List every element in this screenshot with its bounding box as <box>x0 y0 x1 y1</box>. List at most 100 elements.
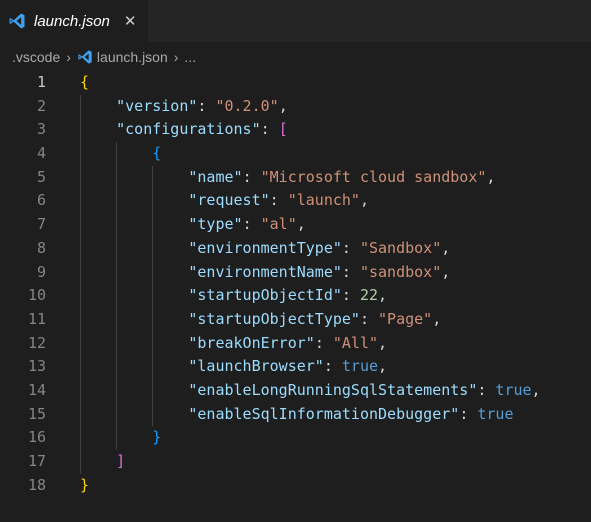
breadcrumb-folder[interactable]: .vscode <box>12 49 60 65</box>
indent-guide <box>80 307 81 332</box>
code-editor[interactable]: 1{2 "version": "0.2.0", 3 "configurations… <box>0 71 591 497</box>
code-text: "name": "Microsoft cloud sandbox", <box>46 165 495 190</box>
indent-guide <box>152 165 154 190</box>
close-icon[interactable]: ✕ <box>124 12 137 30</box>
indent-guide <box>116 426 118 450</box>
code-line[interactable]: 18} <box>0 474 591 498</box>
indent-guide <box>116 284 118 308</box>
line-number: 3 <box>36 120 46 139</box>
indent-guide <box>80 284 81 308</box>
indent-guide <box>116 236 118 261</box>
indent-guide <box>80 402 81 427</box>
line-number: 7 <box>36 215 46 234</box>
line-number: 13 <box>27 357 46 376</box>
indent-guide <box>80 118 81 143</box>
code-text: "enableLongRunningSqlStatements": true, <box>46 378 541 403</box>
code-line[interactable]: 16 } <box>0 426 591 450</box>
code-line[interactable]: 12 "breakOnError": "All", <box>0 331 591 356</box>
code-line[interactable]: 13 "launchBrowser": true, <box>0 355 591 379</box>
editor-tab-bar: launch.json ✕ <box>0 0 591 43</box>
code-text: ] <box>46 450 125 474</box>
code-text: } <box>46 426 161 450</box>
indent-guide <box>116 260 118 285</box>
code-line[interactable]: 5 "name": "Microsoft cloud sandbox", <box>0 165 591 190</box>
code-line[interactable]: 8 "environmentType": "Sandbox", <box>0 236 591 261</box>
code-line[interactable]: 2 "version": "0.2.0", <box>0 94 591 119</box>
indent-guide <box>116 331 118 356</box>
indent-guide <box>152 260 154 285</box>
indent-guide <box>152 402 154 427</box>
chevron-right-icon: › <box>66 49 71 65</box>
line-number: 2 <box>36 96 46 115</box>
code-text: { <box>46 142 161 166</box>
code-text: "startupObjectType": "Page", <box>46 307 441 332</box>
code-line[interactable]: 7 "type": "al", <box>0 213 591 237</box>
indent-guide <box>116 165 118 190</box>
indent-guide <box>116 307 118 332</box>
code-text: "launchBrowser": true, <box>46 355 387 379</box>
indent-guide <box>152 284 154 308</box>
indent-guide <box>152 355 154 379</box>
line-number: 4 <box>36 144 46 163</box>
code-line[interactable]: 9 "environmentName": "sandbox", <box>0 260 591 285</box>
line-number: 6 <box>36 191 46 210</box>
code-text: "configurations": [ <box>46 118 288 143</box>
code-line[interactable]: 3 "configurations": [ <box>0 118 591 143</box>
code-text: "request": "launch", <box>46 189 369 214</box>
code-text: "environmentName": "sandbox", <box>46 260 450 285</box>
indent-guide <box>80 355 81 379</box>
indent-guide <box>152 307 154 332</box>
breadcrumb-file[interactable]: launch.json <box>97 49 168 65</box>
code-line[interactable]: 10 "startupObjectId": 22, <box>0 284 591 308</box>
line-number: 12 <box>27 333 46 352</box>
tab-title: launch.json <box>34 12 110 30</box>
indent-guide <box>80 189 81 214</box>
indent-guide <box>152 213 154 237</box>
indent-guide <box>152 378 154 403</box>
tab-launch-json[interactable]: launch.json ✕ <box>0 0 150 42</box>
line-number: 17 <box>27 452 46 470</box>
indent-guide <box>116 213 118 237</box>
indent-guide <box>116 142 118 166</box>
code-line[interactable]: 14 "enableLongRunningSqlStatements": tru… <box>0 378 591 403</box>
code-text: "version": "0.2.0", <box>46 94 288 119</box>
line-number: 15 <box>27 404 46 423</box>
indent-guide <box>80 450 81 474</box>
code-text: "startupObjectId": 22, <box>46 284 387 308</box>
indent-guide <box>116 378 118 403</box>
indent-guide <box>80 142 81 166</box>
code-line[interactable]: 15 "enableSqlInformationDebugger": true <box>0 402 591 427</box>
line-number: 14 <box>27 380 46 399</box>
chevron-right-icon: › <box>173 49 179 65</box>
line-number: 16 <box>27 428 46 447</box>
vscode-icon <box>78 50 92 64</box>
indent-guide <box>80 426 81 450</box>
code-text: "breakOnError": "All", <box>46 331 387 356</box>
indent-guide <box>152 236 154 261</box>
indent-guide <box>80 331 81 356</box>
indent-guide <box>116 402 118 427</box>
code-line[interactable]: 4 { <box>0 142 591 166</box>
line-number: 11 <box>27 309 46 328</box>
indent-guide <box>116 189 118 214</box>
line-number: 5 <box>36 167 46 186</box>
line-number: 8 <box>36 238 46 257</box>
breadcrumb: .vscode › launch.json › ... <box>0 43 591 71</box>
indent-guide <box>80 260 81 285</box>
code-line[interactable]: 11 "startupObjectType": "Page", <box>0 307 591 332</box>
code-text: "environmentType": "Sandbox", <box>46 236 450 261</box>
breadcrumb-more[interactable]: ... <box>184 49 196 65</box>
code-line[interactable]: 17 ] <box>0 450 591 474</box>
code-line[interactable]: 1{ <box>0 71 591 95</box>
line-number: 18 <box>27 475 46 494</box>
code-text: "type": "al", <box>46 213 306 237</box>
indent-guide <box>80 378 81 403</box>
indent-guide <box>80 94 81 119</box>
indent-guide <box>80 236 81 261</box>
indent-guide <box>80 165 81 190</box>
line-number: 1 <box>36 73 46 91</box>
code-text: "enableSqlInformationDebugger": true <box>46 402 514 427</box>
vscode-icon <box>9 13 25 29</box>
code-line[interactable]: 6 "request": "launch", <box>0 189 591 214</box>
code-text: { <box>80 73 90 91</box>
